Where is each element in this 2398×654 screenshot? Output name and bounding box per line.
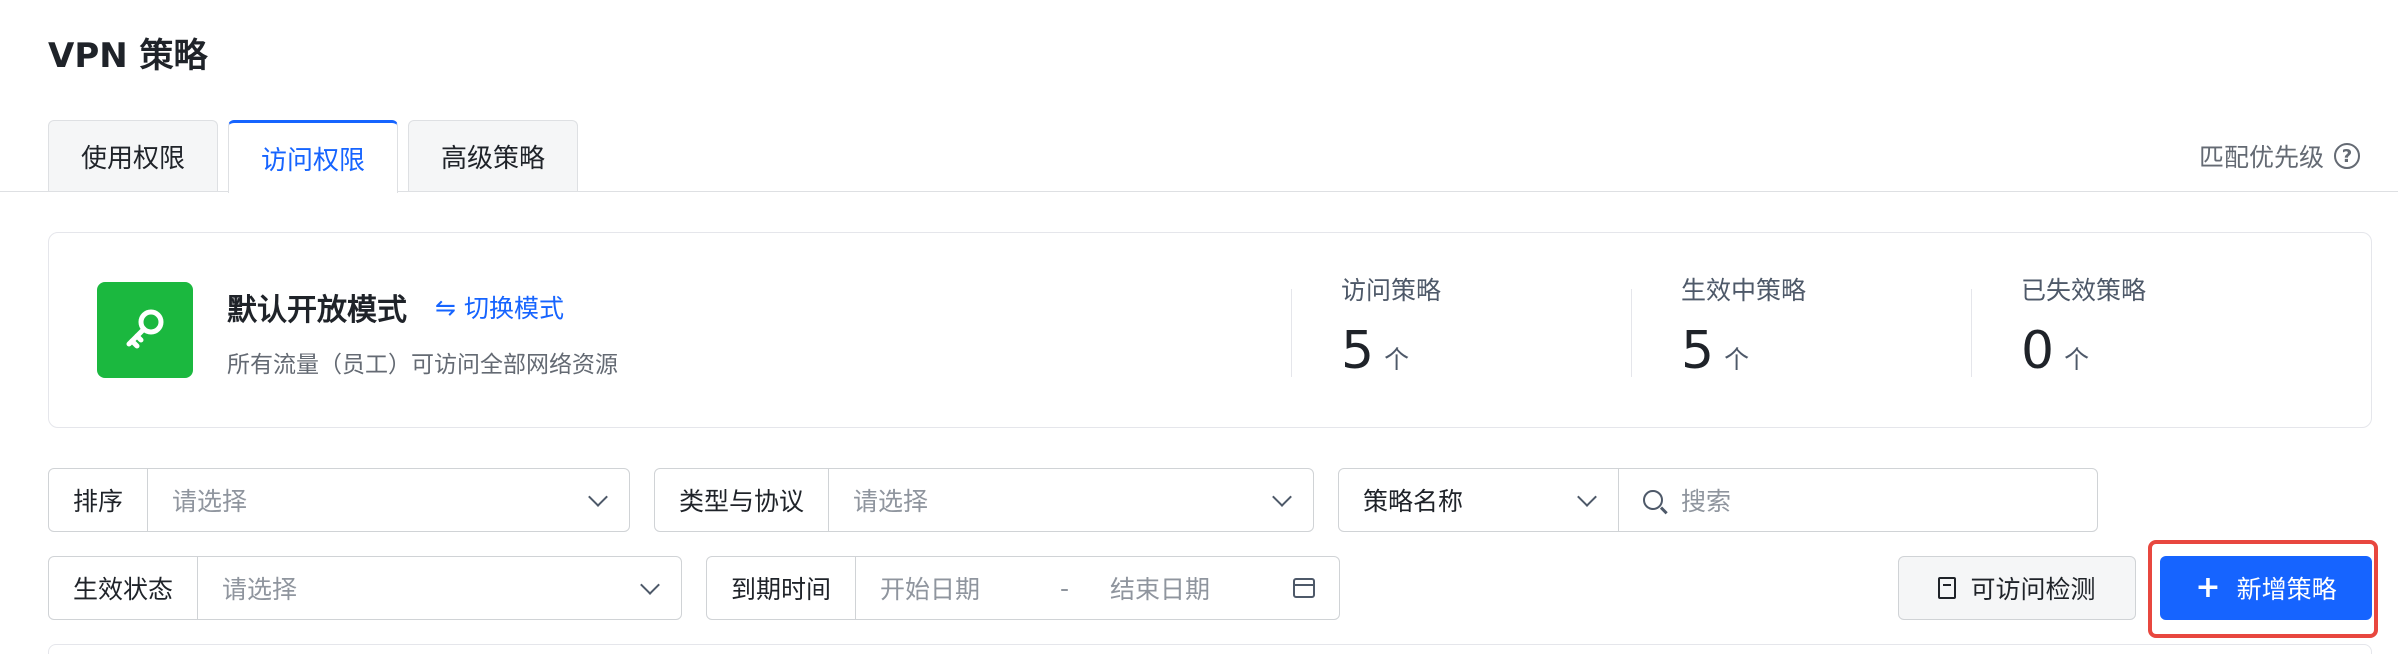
expire-time-filter: 到期时间 开始日期 - 结束日期: [706, 556, 1340, 620]
chevron-down-icon: [640, 575, 660, 595]
mode-description: 所有流量（员工）可访问全部网络资源: [227, 352, 618, 378]
stat-value: 5: [1341, 321, 1375, 381]
access-check-label: 可访问检测: [1970, 575, 2096, 604]
status-select[interactable]: 请选择: [198, 557, 681, 619]
stat-access-policies: 访问策略 5 个: [1341, 271, 1441, 381]
policy-name-field-select[interactable]: 策略名称: [1339, 469, 1619, 531]
document-search-icon: [1938, 577, 1957, 599]
switch-arrows-icon: ⇋: [435, 292, 456, 322]
calendar-icon: [1293, 578, 1315, 598]
sort-select[interactable]: 请选择: [148, 469, 629, 531]
status-placeholder: 请选择: [222, 575, 298, 604]
mode-title: 默认开放模式: [227, 293, 407, 328]
priority-label: 匹配优先级: [2198, 143, 2324, 172]
type-protocol-filter: 类型与协议 请选择: [654, 468, 1314, 532]
type-protocol-select[interactable]: 请选择: [829, 469, 1313, 531]
tab-usage-permission[interactable]: 使用权限: [48, 120, 219, 192]
stat-value: 0: [2021, 321, 2055, 381]
search-placeholder: 搜索: [1681, 487, 1732, 516]
search-icon: [1643, 490, 1663, 510]
stat-unit: 个: [1384, 345, 1410, 374]
stat-divider: [1971, 289, 1972, 377]
status-filter: 生效状态 请选择: [48, 556, 682, 620]
add-policy-button[interactable]: + 新增策略: [2160, 556, 2372, 620]
stat-label: 已失效策略: [2021, 276, 2147, 305]
switch-mode-link[interactable]: ⇋ 切换模式: [435, 289, 564, 325]
sort-placeholder: 请选择: [172, 487, 248, 516]
stat-label: 生效中策略: [1681, 276, 1807, 305]
tab-access-permission[interactable]: 访问权限: [228, 120, 399, 193]
policy-name-filter: 策略名称 搜索: [1338, 468, 2098, 532]
start-date-placeholder: 开始日期: [880, 575, 981, 604]
status-label: 生效状态: [49, 557, 199, 619]
expire-time-label: 到期时间: [707, 557, 857, 619]
stat-expired-policies: 已失效策略 0 个: [2021, 271, 2146, 381]
policy-table: [48, 644, 2372, 654]
stat-unit: 个: [1724, 345, 1750, 374]
date-separator: -: [1060, 573, 1070, 603]
stat-divider: [1291, 289, 1292, 377]
switch-mode-label: 切换模式: [463, 294, 564, 323]
stat-value: 5: [1681, 321, 1715, 381]
policy-name-label: 策略名称: [1363, 487, 1464, 516]
key-icon: [97, 282, 193, 378]
help-circle-icon: ?: [2334, 143, 2360, 169]
type-protocol-placeholder: 请选择: [853, 487, 929, 516]
chevron-down-icon: [1577, 487, 1597, 507]
sort-filter: 排序 请选择: [48, 468, 630, 532]
stat-active-policies: 生效中策略 5 个: [1681, 271, 1806, 381]
tab-advanced-policy[interactable]: 高级策略: [408, 120, 579, 192]
access-check-button[interactable]: 可访问检测: [1898, 556, 2136, 620]
search-input[interactable]: 搜索: [1619, 469, 2097, 531]
end-date-placeholder: 结束日期: [1110, 575, 1211, 604]
sort-label: 排序: [49, 469, 149, 531]
priority-link[interactable]: 匹配优先级 ?: [2199, 138, 2360, 174]
chevron-down-icon: [588, 487, 608, 507]
chevron-down-icon: [1272, 487, 1292, 507]
page-title: VPN 策略: [48, 36, 208, 76]
tab-bar: 使用权限 访问权限 高级策略: [48, 120, 579, 193]
stat-divider: [1631, 289, 1632, 377]
add-policy-label: 新增策略: [2236, 575, 2337, 604]
plus-icon: +: [2195, 570, 2221, 605]
mode-summary-card: 默认开放模式 ⇋ 切换模式 所有流量（员工）可访问全部网络资源 访问策略 5 个…: [48, 232, 2372, 428]
stat-label: 访问策略: [1341, 276, 1442, 305]
type-protocol-label: 类型与协议: [655, 469, 830, 531]
stat-unit: 个: [2064, 345, 2090, 374]
date-range-picker[interactable]: 开始日期 - 结束日期: [856, 557, 1339, 619]
